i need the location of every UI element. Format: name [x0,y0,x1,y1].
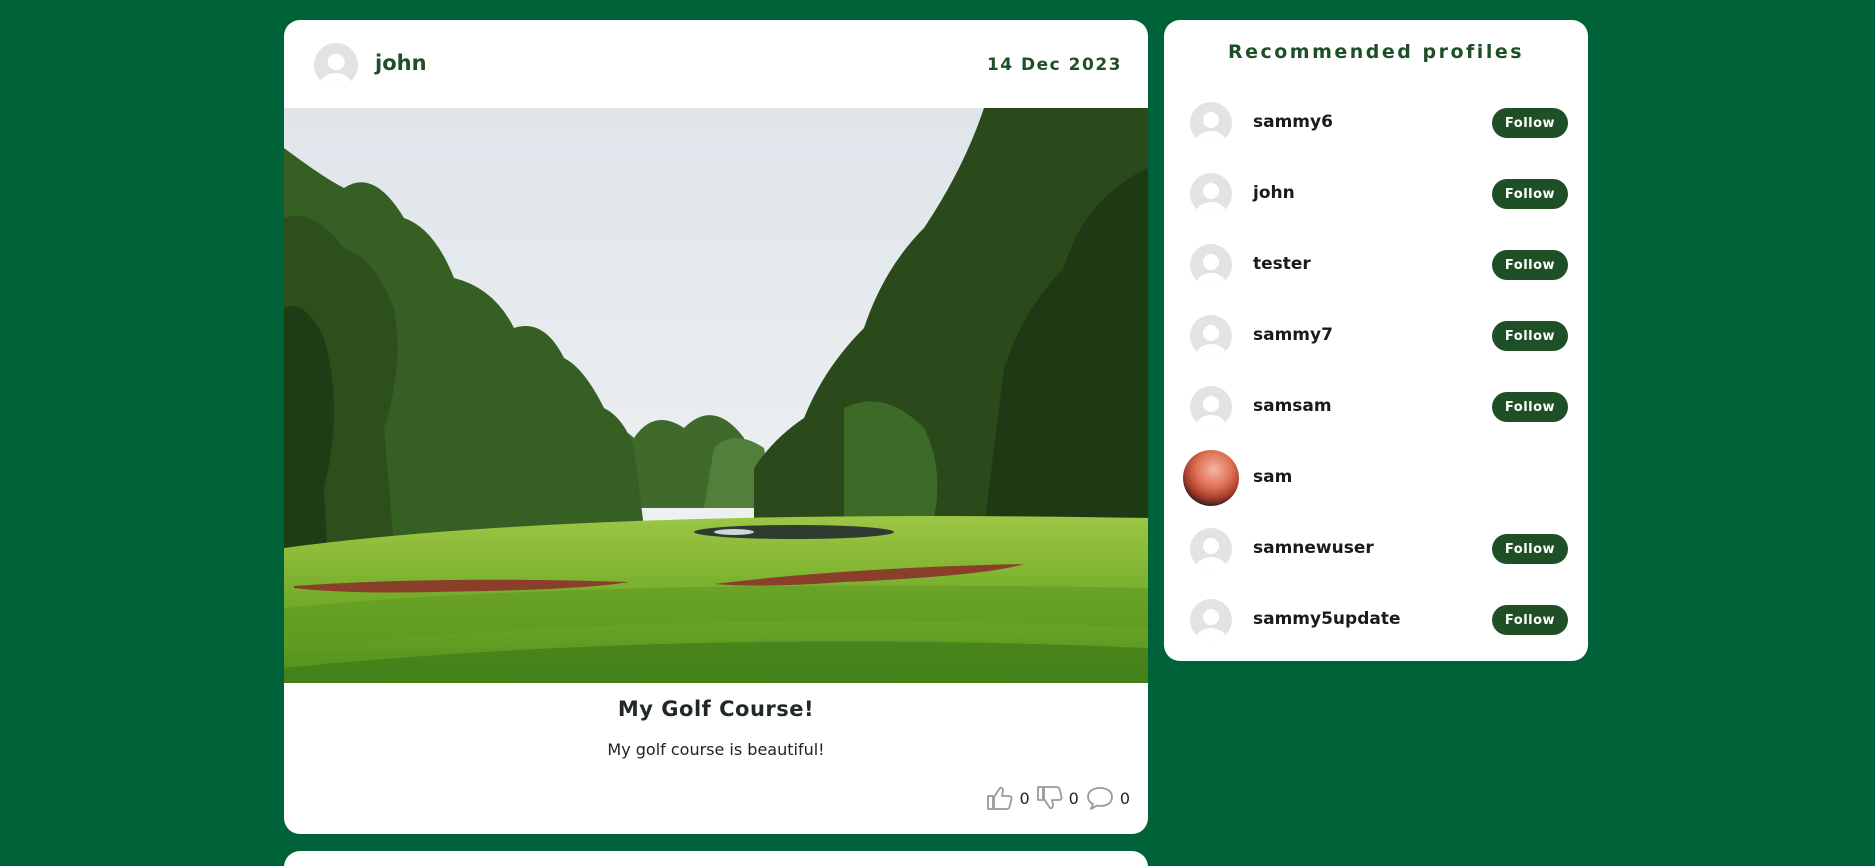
profile-name[interactable]: sammy5update [1253,609,1401,629]
author-avatar[interactable] [314,43,358,87]
profile-row[interactable]: sam [1164,444,1588,515]
profile-avatar[interactable] [1190,386,1232,428]
profile-name[interactable]: samnewuser [1253,538,1374,558]
profile-avatar-photo[interactable] [1183,450,1239,506]
post-card: john 14 Dec 2023 My Golf Course! My golf… [284,20,1148,834]
post-image [284,108,1148,683]
profile-row[interactable]: john Follow [1164,160,1588,231]
profile-avatar[interactable] [1190,599,1232,641]
profile-avatar[interactable] [1190,315,1232,357]
recommended-profiles-panel: Recommended profiles sammy6 Follow john Fol… [1164,20,1588,661]
profile-row[interactable]: sammy5update Follow [1164,586,1588,657]
profile-avatar[interactable] [1190,244,1232,286]
post-reactions: 0 0 0 [986,784,1130,812]
profile-avatar[interactable] [1190,102,1232,144]
next-post-card [284,851,1148,866]
profile-row[interactable]: samnewuser Follow [1164,515,1588,586]
thumbs-down-icon[interactable] [1036,785,1064,811]
recommended-profiles-title: Recommended profiles [1227,41,1525,63]
profile-row[interactable]: tester Follow [1164,231,1588,302]
thumbs-up-icon[interactable] [986,785,1014,811]
post-body: My golf course is beautiful! [607,740,825,759]
post-header: john 14 Dec 2023 [314,43,1122,87]
profile-avatar[interactable] [1190,528,1232,570]
profile-row[interactable]: sammy6 Follow [1164,89,1588,160]
profile-row[interactable]: sammy7 Follow [1164,302,1588,373]
profile-name[interactable]: tester [1253,254,1311,274]
profile-name[interactable]: sam [1253,467,1292,487]
follow-button[interactable]: Follow [1492,605,1568,635]
profile-avatar[interactable] [1190,173,1232,215]
profile-row[interactable]: samsam Follow [1164,373,1588,444]
post-title: My Golf Course! [617,697,815,721]
follow-button[interactable]: Follow [1492,108,1568,138]
comment-bubble-icon[interactable] [1085,785,1115,811]
comment-action[interactable]: 0 [1085,785,1130,811]
post-author[interactable]: john [375,51,427,75]
dislike-count: 0 [1068,788,1079,808]
profile-name[interactable]: john [1253,183,1295,203]
follow-button[interactable]: Follow [1492,392,1568,422]
profile-name[interactable]: sammy7 [1253,325,1333,345]
post-date: 14 Dec 2023 [986,55,1122,75]
profile-name[interactable]: sammy6 [1253,112,1333,132]
follow-button[interactable]: Follow [1492,534,1568,564]
recommended-profiles-list: sammy6 Follow john Follow tester Follow sammy7… [1164,89,1588,657]
like-action[interactable]: 0 [986,785,1030,811]
profile-name[interactable]: samsam [1253,396,1332,416]
follow-button[interactable]: Follow [1492,321,1568,351]
dislike-action[interactable]: 0 [1036,785,1079,811]
comment-count: 0 [1119,788,1130,808]
like-count: 0 [1019,788,1030,808]
follow-button[interactable]: Follow [1492,179,1568,209]
follow-button[interactable]: Follow [1492,250,1568,280]
